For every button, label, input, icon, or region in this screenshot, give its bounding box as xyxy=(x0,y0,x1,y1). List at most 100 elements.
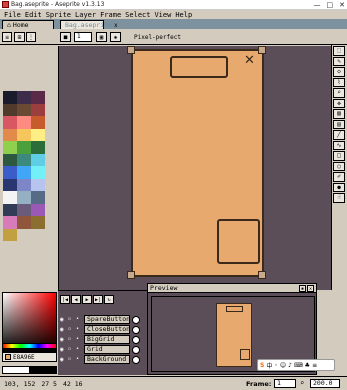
layer-row[interactable]: ◉ ▫ • BackGround xyxy=(58,355,147,365)
palette-swatch[interactable] xyxy=(3,228,17,241)
palette-swatch[interactable] xyxy=(31,103,45,116)
maximize-button[interactable]: □ xyxy=(327,1,334,9)
palette-swatch[interactable] xyxy=(3,203,17,216)
palette-swatch[interactable] xyxy=(3,178,17,191)
layer-row[interactable]: ◉ ▫ • BigGrid xyxy=(58,335,147,345)
continuous-icon[interactable]: • xyxy=(76,346,84,354)
play-button[interactable]: ▶ xyxy=(82,295,92,304)
layer-name[interactable]: SpareButton xyxy=(84,315,130,325)
eraser-tool-icon[interactable]: ◇ xyxy=(333,67,345,77)
minimize-button[interactable]: — xyxy=(314,1,321,9)
palette-swatch[interactable] xyxy=(31,116,45,129)
palette-swatch[interactable] xyxy=(17,128,31,141)
prev-frame-button[interactable]: ◀ xyxy=(71,295,81,304)
ime-emoji-icon[interactable]: ☺ xyxy=(280,362,286,369)
palette-swatch[interactable] xyxy=(17,153,31,166)
tab-close-icon[interactable]: x xyxy=(114,22,118,29)
close-window-button[interactable]: ✕ xyxy=(339,1,345,9)
ime-keyboard-icon[interactable]: ⌨ xyxy=(294,362,303,369)
palette-swatch[interactable] xyxy=(3,216,17,229)
palette-swatch[interactable] xyxy=(17,91,31,104)
palette-swatch[interactable] xyxy=(17,216,31,229)
palette-swatch[interactable] xyxy=(3,153,17,166)
zoom-input[interactable]: 200.0 xyxy=(310,379,340,388)
eye-icon[interactable]: ◉ xyxy=(60,326,68,334)
hue-slider[interactable] xyxy=(2,343,57,349)
palette-swatch[interactable] xyxy=(3,91,17,104)
continuous-icon[interactable]: • xyxy=(76,326,84,334)
ink-button[interactable]: ▣ xyxy=(96,32,107,42)
palette-swatch[interactable] xyxy=(3,116,17,129)
ellipse-tool-icon[interactable]: ○ xyxy=(333,161,345,171)
palette-swatch[interactable] xyxy=(3,103,17,116)
cel-indicator[interactable] xyxy=(132,335,140,344)
layer-row[interactable]: ◉ ▫ • CloseButton xyxy=(58,325,147,335)
pixel-perfect-label[interactable]: Pixel-perfect xyxy=(134,34,181,41)
next-frame-button[interactable]: ▶| xyxy=(93,295,103,304)
menu-frame[interactable]: Frame xyxy=(99,11,122,19)
layer-row[interactable]: ◉ ▫ • SpareButton xyxy=(58,315,147,325)
cel-indicator[interactable] xyxy=(132,325,140,334)
lock-icon[interactable]: ▫ xyxy=(68,316,76,324)
layer-row[interactable]: ◉ ▫ • Grid xyxy=(58,345,147,355)
smudge-tool-icon[interactable]: ☝ xyxy=(333,193,345,203)
tab-home[interactable]: ⌂ Home xyxy=(2,20,54,29)
last-frame-button[interactable]: ↻ xyxy=(104,295,114,304)
eye-icon[interactable]: ◉ xyxy=(60,346,68,354)
palette-swatch[interactable] xyxy=(3,191,17,204)
preview-close-button[interactable]: ✕ xyxy=(307,285,314,292)
menu-view[interactable]: View xyxy=(153,11,172,19)
menu-file[interactable]: File xyxy=(3,11,22,19)
fill-tool-icon[interactable]: ▨ xyxy=(333,109,345,119)
lock-icon[interactable]: ▫ xyxy=(68,326,76,334)
palette-swatch[interactable] xyxy=(31,178,45,191)
menu-select[interactable]: Select xyxy=(124,11,151,19)
palette-options-button[interactable]: ⋮ xyxy=(26,32,36,42)
lock-icon[interactable]: ▫ xyxy=(68,336,76,344)
eye-icon[interactable]: ◉ xyxy=(60,336,68,344)
opacity-button[interactable]: ◈ xyxy=(110,32,121,42)
palette-swatch[interactable] xyxy=(3,166,17,179)
lock-icon[interactable]: ▫ xyxy=(68,356,76,364)
palette-swatch[interactable] xyxy=(31,216,45,229)
ime-toolbar[interactable]: S 中 ◦ ☺ ♪ ⌨ ♣ ≡ xyxy=(257,359,335,371)
blur-tool-icon[interactable]: ● xyxy=(333,182,345,192)
contour-tool-icon[interactable]: ✐ xyxy=(333,172,345,182)
ime-language[interactable]: 中 xyxy=(266,361,272,370)
background-color[interactable] xyxy=(29,366,57,374)
palette-swatch[interactable] xyxy=(17,103,31,116)
palette-swatch[interactable] xyxy=(17,178,31,191)
pencil-tool-icon[interactable]: ✎ xyxy=(333,56,345,66)
palette-swatch[interactable] xyxy=(3,141,17,154)
menu-sprite[interactable]: Sprite xyxy=(45,11,72,19)
continuous-icon[interactable]: • xyxy=(76,356,84,364)
layer-name[interactable]: CloseButton xyxy=(84,325,130,335)
palette-swatch[interactable] xyxy=(17,203,31,216)
layer-name[interactable]: BigGrid xyxy=(84,335,130,345)
layer-name[interactable]: Grid xyxy=(84,345,130,355)
layer-name[interactable]: BackGround xyxy=(84,355,130,365)
palette-swatch[interactable] xyxy=(31,91,45,104)
brush-size-input[interactable]: 1 xyxy=(74,32,92,42)
menu-layer[interactable]: Layer xyxy=(74,11,97,19)
ime-mic-icon[interactable]: ♪ xyxy=(288,362,292,369)
palette-menu-button[interactable]: ≡ xyxy=(2,32,12,42)
palette-swatch[interactable] xyxy=(31,203,45,216)
tab-bag-aseprite[interactable]: Bag.aseprite x xyxy=(60,20,118,29)
eyedropper-tool-icon[interactable]: ⌇ xyxy=(333,77,345,87)
gradient-tool-icon[interactable]: ▤ xyxy=(333,119,345,129)
ime-logo[interactable]: S xyxy=(260,362,264,369)
hex-color-field[interactable]: E8A96E xyxy=(2,352,57,362)
cel-indicator[interactable] xyxy=(132,345,140,354)
palette-swatch[interactable] xyxy=(3,128,17,141)
continuous-icon[interactable]: • xyxy=(76,336,84,344)
foreground-color[interactable] xyxy=(2,366,30,374)
lock-icon[interactable]: ▫ xyxy=(68,346,76,354)
palette-swatch[interactable] xyxy=(31,166,45,179)
menu-help[interactable]: Help xyxy=(174,11,193,19)
brush-type-button[interactable]: ■ xyxy=(60,32,71,42)
palette-grid-button[interactable]: ⊞ xyxy=(14,32,25,42)
rectangle-tool-icon[interactable]: □ xyxy=(333,151,345,161)
palette-swatch[interactable] xyxy=(31,153,45,166)
palette-swatch[interactable] xyxy=(17,141,31,154)
